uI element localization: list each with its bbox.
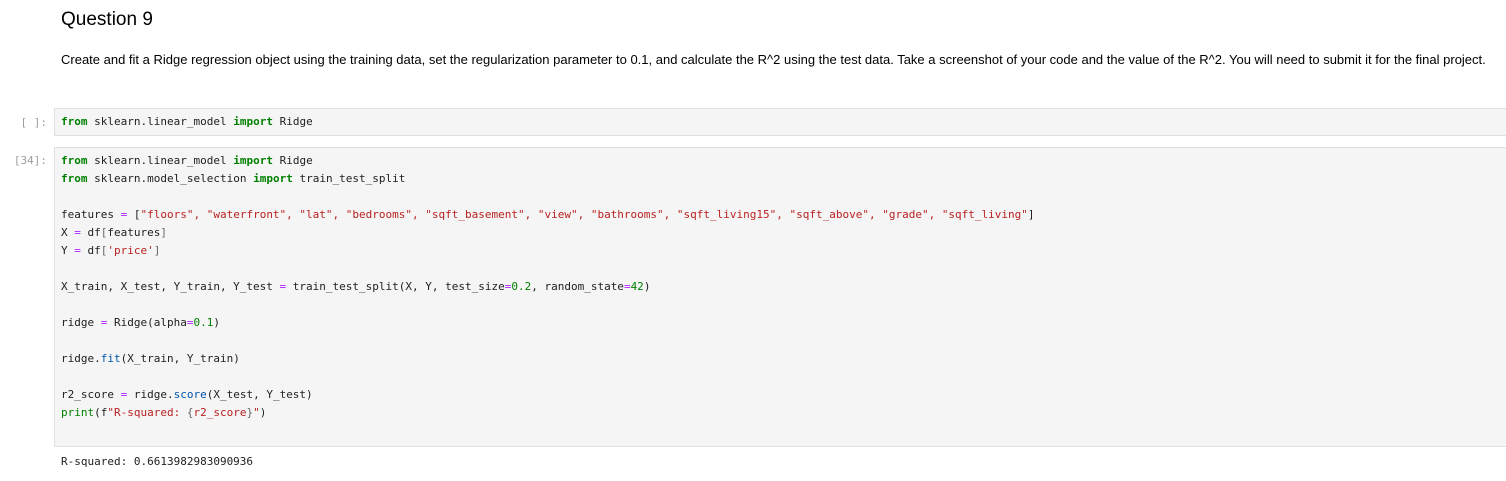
question-text: Create and fit a Ridge regression object… bbox=[61, 52, 1486, 67]
keyword: from bbox=[61, 172, 88, 185]
code-token: ridge bbox=[61, 316, 101, 329]
string-literal: 'price' bbox=[107, 244, 154, 257]
builtin-name: print bbox=[61, 406, 95, 419]
code-token: features bbox=[107, 226, 161, 239]
code-token: X bbox=[61, 226, 75, 239]
code-token: X_train, X_test, Y_train, Y_test bbox=[61, 280, 280, 293]
code-token: ridge. bbox=[127, 388, 174, 401]
keyword: import bbox=[253, 172, 293, 185]
number-literal: 42 bbox=[630, 280, 644, 293]
string-literal: r2_score bbox=[193, 406, 247, 419]
operator: = bbox=[74, 226, 81, 239]
code-line: from sklearn.linear_model import Ridge bbox=[61, 113, 1506, 131]
code-editor-2[interactable]: from sklearn.linear_model import Ridge fr… bbox=[55, 148, 1506, 422]
code-token: sklearn.linear_model bbox=[87, 154, 234, 167]
code-line: ridge.fit(X_train, Y_train) bbox=[61, 350, 1506, 368]
code-cell-2[interactable]: from sklearn.linear_model import Ridge fr… bbox=[54, 147, 1506, 447]
bracket: ] bbox=[153, 244, 161, 257]
string-literal: "floors", "waterfront", "lat", "bedrooms… bbox=[140, 208, 1028, 221]
string-literal: "R-squared: bbox=[107, 406, 187, 419]
code-token: train_test_split bbox=[292, 172, 406, 185]
code-line: ridge = Ridge(alpha=0.1) bbox=[61, 314, 1506, 332]
cell-prompt-2: [34]: bbox=[13, 154, 47, 167]
code-editor-1[interactable]: from sklearn.linear_model import Ridge bbox=[55, 109, 1506, 131]
code-line: X = df[features] bbox=[61, 224, 1506, 242]
bracket: ] bbox=[160, 226, 167, 239]
string-literal: " bbox=[253, 406, 260, 419]
code-token: ] bbox=[1027, 208, 1035, 221]
method-name: fit bbox=[100, 352, 121, 365]
code-token: Ridge bbox=[272, 115, 313, 128]
code-token: Y bbox=[61, 244, 75, 257]
code-token: ) bbox=[259, 406, 267, 419]
code-token: (X_test, Y_test) bbox=[206, 388, 313, 401]
code-token: Ridge bbox=[272, 154, 313, 167]
code-token: (f bbox=[94, 406, 108, 419]
code-token: df bbox=[80, 226, 101, 239]
method-name: score bbox=[173, 388, 207, 401]
operator: = bbox=[74, 244, 81, 257]
code-token: Ridge(alpha bbox=[107, 316, 187, 329]
code-token: df bbox=[80, 244, 101, 257]
cell-prompt-1: [ ]: bbox=[20, 116, 48, 129]
code-cell-1[interactable]: from sklearn.linear_model import Ridge bbox=[54, 108, 1506, 136]
code-token: ridge. bbox=[61, 352, 101, 365]
code-line: from sklearn.model_selection import trai… bbox=[61, 170, 1506, 188]
code-token: ) bbox=[213, 316, 220, 329]
code-line: Y = df['price'] bbox=[61, 242, 1506, 260]
code-token: features bbox=[61, 208, 121, 221]
keyword: import bbox=[233, 115, 273, 128]
code-token: , random_state bbox=[531, 280, 624, 293]
code-token: r2_score bbox=[61, 388, 121, 401]
number-literal: 0.1 bbox=[193, 316, 214, 329]
code-line: X_train, X_test, Y_train, Y_test = train… bbox=[61, 278, 1506, 296]
question-title: Question 9 bbox=[61, 9, 153, 30]
code-line: r2_score = ridge.score(X_test, Y_test) bbox=[61, 386, 1506, 404]
cell-output: R-squared: 0.6613982983090936 bbox=[61, 455, 254, 468]
code-token: sklearn.linear_model bbox=[87, 115, 234, 128]
code-token: [ bbox=[127, 208, 141, 221]
code-line: print(f"R-squared: {r2_score}") bbox=[61, 404, 1506, 422]
code-line: features = ["floors", "waterfront", "lat… bbox=[61, 206, 1506, 224]
number-literal: 0.2 bbox=[511, 280, 532, 293]
keyword: from bbox=[61, 115, 88, 128]
keyword: from bbox=[61, 154, 88, 167]
code-token: sklearn.model_selection bbox=[87, 172, 254, 185]
code-token: train_test_split(X, Y, test_size bbox=[286, 280, 505, 293]
keyword: import bbox=[233, 154, 273, 167]
operator: = bbox=[623, 280, 631, 293]
code-token: (X_train, Y_train) bbox=[120, 352, 240, 365]
markdown-cell[interactable]: Question 9 Create and fit a Ridge regres… bbox=[61, 8, 1501, 71]
code-line: from sklearn.linear_model import Ridge bbox=[61, 152, 1506, 170]
code-token: ) bbox=[643, 280, 651, 293]
